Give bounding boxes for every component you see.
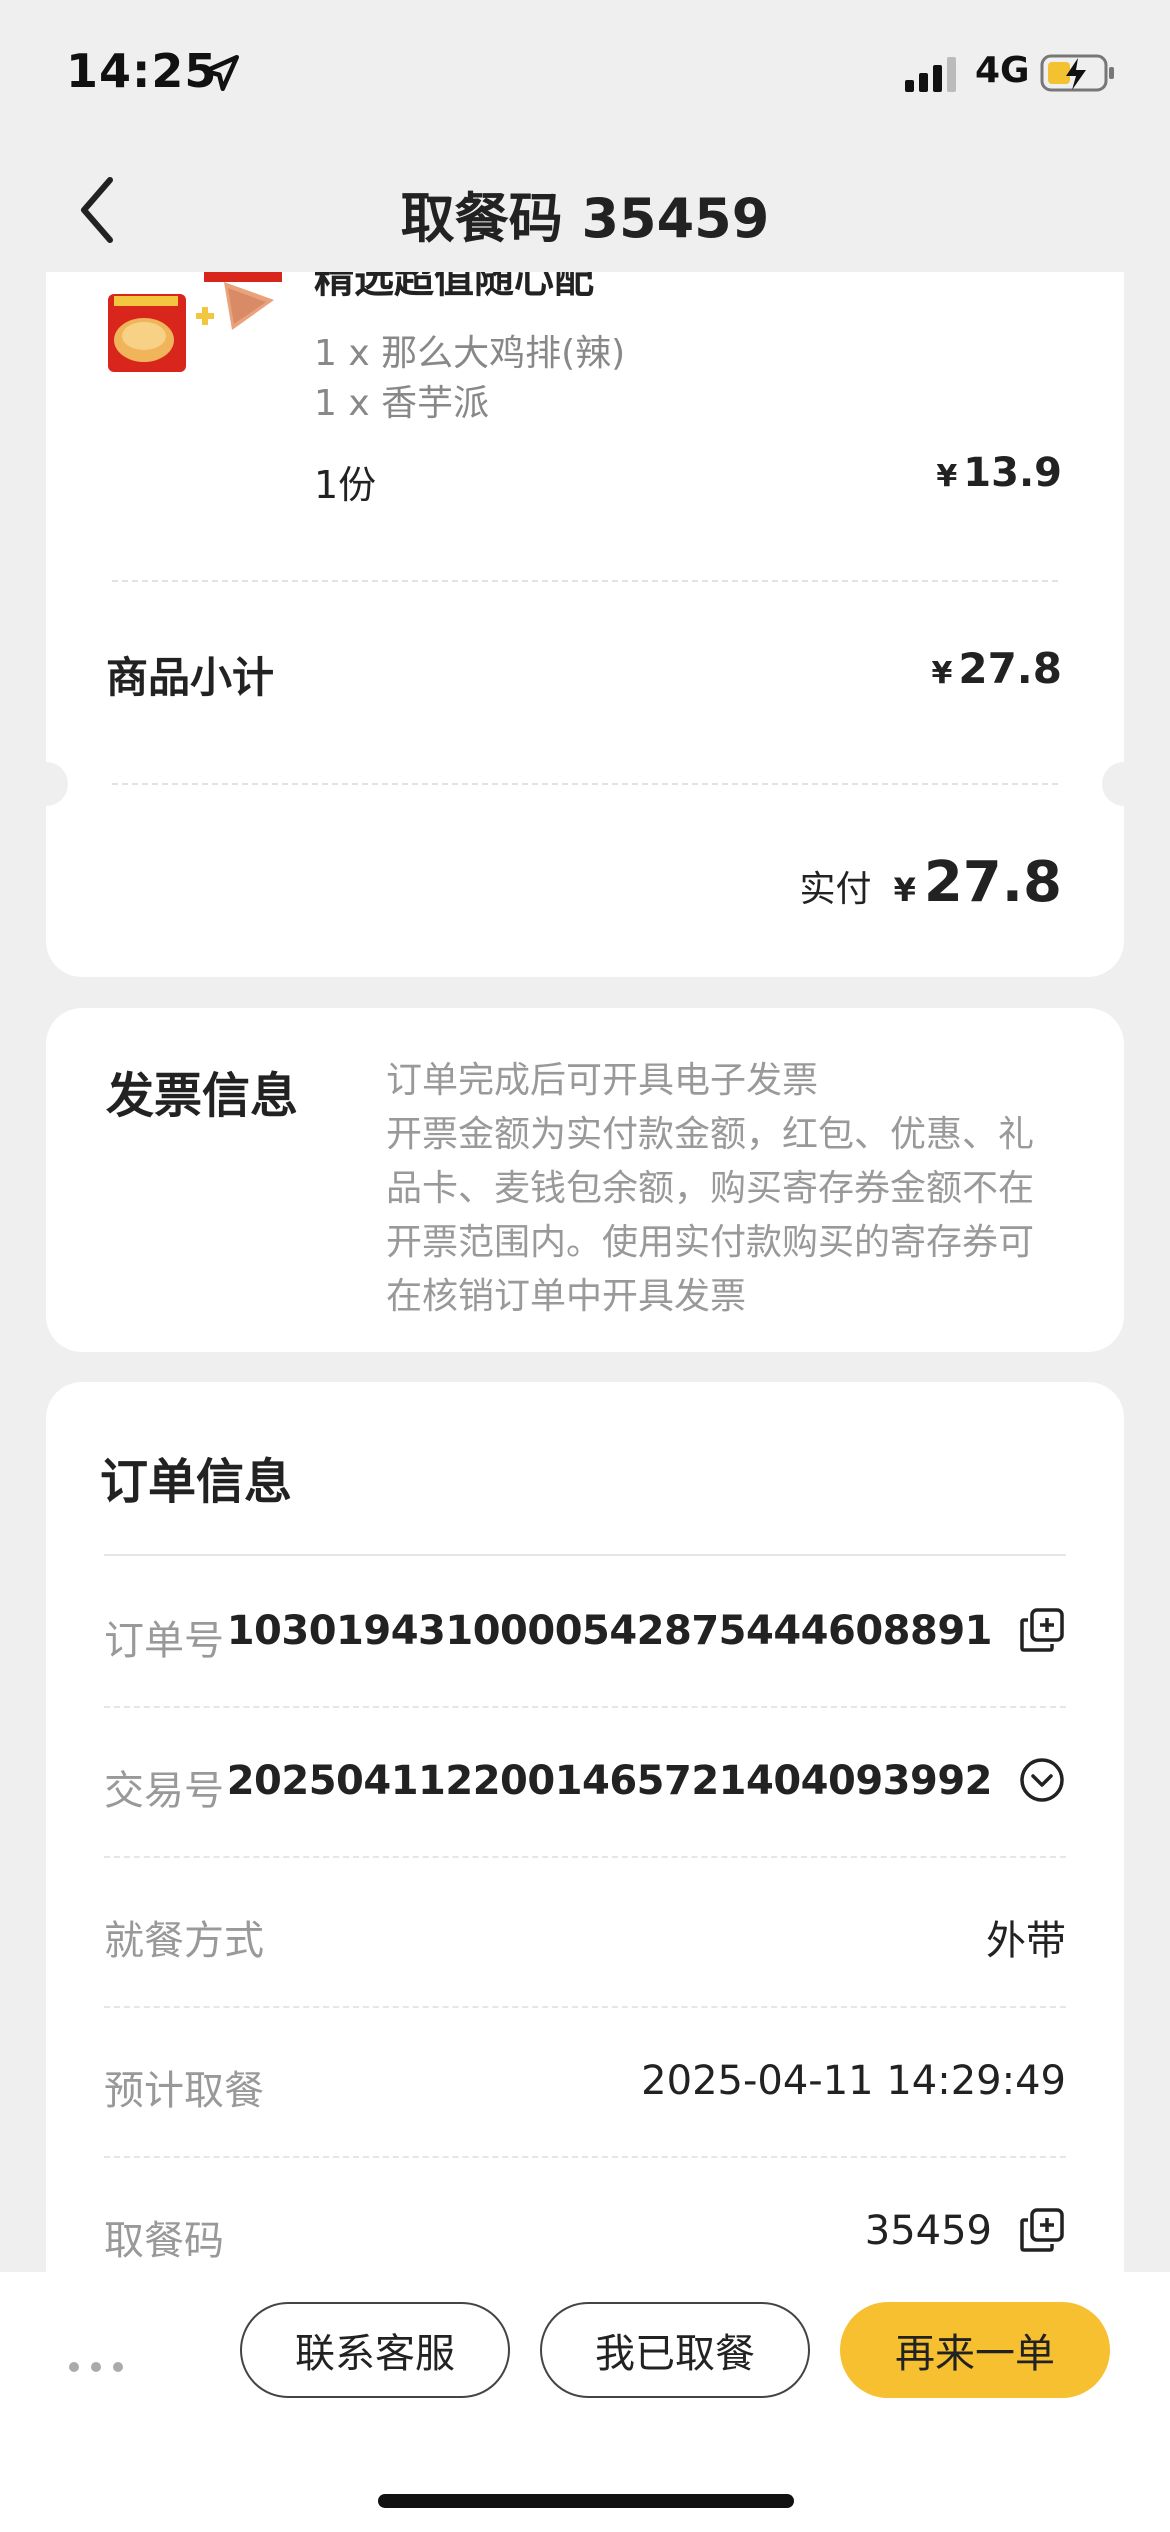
status-bar: 14:25 4G [0,0,1170,150]
row-label: 就餐方式 [104,1918,264,1964]
transaction-number-value: 2025041122001465721404093992 [226,1758,993,1804]
dining-method-row: 就餐方式 外带 [104,1858,1066,2008]
signal-icon [905,57,956,92]
currency-symbol: ¥ [931,656,953,691]
network-label: 4G [975,50,1030,91]
invoice-line: 开票范围内。使用实付款购买的寄存券可 [386,1222,1035,1263]
paid-total: 实付 ¥ 27.8 [800,850,1062,915]
ticket-notch [46,762,68,806]
more-dots-icon[interactable] [66,2352,126,2382]
order-number-row: 订单号 1030194310000542875444608891 [104,1558,1066,1708]
home-indicator [378,2494,794,2508]
picked-up-button[interactable]: 我已取餐 [540,2302,810,2398]
pickup-code-value: 35459 [864,2208,992,2254]
order-number-value: 1030194310000542875444608891 [226,1608,993,1654]
item-line: 1 x 那么大鸡排(辣) [314,333,626,374]
divider [104,1554,1066,1556]
divider [112,783,1058,785]
bottom-action-bar: 联系客服 我已取餐 再来一单 [0,2272,1170,2532]
order-summary-card: 精选超值随心配 1 x 那么大鸡排(辣) 1 x 香芋派 1份 ¥13.9 商品… [46,272,1124,977]
reorder-button[interactable]: 再来一单 [840,2302,1110,2398]
currency-symbol: ¥ [893,871,916,909]
ticket-notch [1102,762,1124,806]
subtotal-label: 商品小计 [106,653,275,702]
invoice-info-card: 发票信息 订单完成后可开具电子发票 开票金额为实付款金额，红包、优惠、礼 品卡、… [46,1008,1124,1352]
location-arrow-icon [202,54,240,92]
chevron-down-circle-icon[interactable] [1018,1756,1066,1804]
invoice-line: 订单完成后可开具电子发票 [386,1060,819,1101]
status-time: 14:25 [66,44,218,98]
invoice-description: 订单完成后可开具电子发票 开票金额为实付款金额，红包、优惠、礼 品卡、麦钱包余额… [386,1054,1066,1324]
contact-service-button[interactable]: 联系客服 [240,2302,510,2398]
order-info-card: 订单信息 订单号 1030194310000542875444608891 交易… [46,1382,1124,2282]
invoice-line: 在核销订单中开具发票 [386,1276,747,1317]
invoice-line: 品卡、麦钱包余额，购买寄存券金额不在 [386,1168,1035,1209]
subtotal-amount: 27.8 [958,644,1062,693]
copy-icon[interactable] [1018,1606,1066,1654]
pickup-time-value: 2025-04-11 14:29:49 [641,2058,1066,2104]
invoice-line: 开票金额为实付款金额，红包、优惠、礼 [386,1114,1035,1155]
copy-icon[interactable] [1018,2206,1066,2254]
subtotal-value: ¥27.8 [931,644,1062,693]
order-info-title: 订单信息 [100,1454,293,1510]
invoice-title: 发票信息 [106,1068,299,1124]
item-price-value: 13.9 [963,450,1062,496]
item-price: ¥13.9 [936,450,1062,496]
product-name: 精选超值随心配 [314,272,594,302]
item-line: 1 x 香芋派 [314,383,490,424]
divider [112,580,1058,582]
paid-label: 实付 [799,869,872,910]
row-label: 交易号 [104,1768,224,1814]
item-quantity: 1份 [314,463,377,507]
pickup-time-row: 预计取餐 2025-04-11 14:29:49 [104,2008,1066,2158]
transaction-number-row: 交易号 2025041122001465721404093992 [104,1708,1066,1858]
nav-header: 取餐码 35459 [0,150,1170,270]
paid-amount: 27.8 [923,850,1062,915]
row-label: 预计取餐 [104,2068,264,2114]
currency-symbol: ¥ [936,459,958,494]
product-image [104,272,282,374]
battery-charging-icon [1040,54,1114,92]
row-label: 订单号 [104,1618,224,1664]
row-label: 取餐码 [104,2218,224,2264]
dining-method-value: 外带 [986,1918,1066,1964]
page-title: 取餐码 35459 [400,187,770,250]
